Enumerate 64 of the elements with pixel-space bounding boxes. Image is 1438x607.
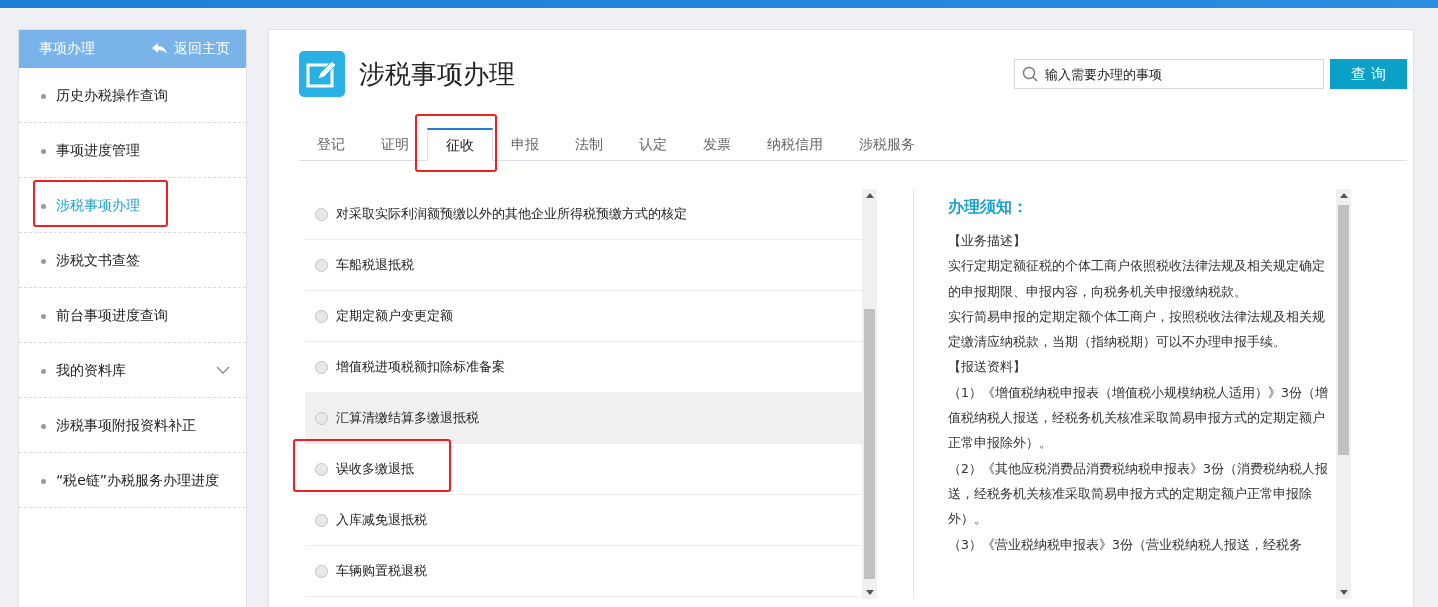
notice-paragraph: （2）《其他应税消费品消费税纳税申报表》3份（消费税纳税人报送，经税务机关核准采取简易申报方式的定期定额户正常申报除外）。 <box>948 459 1329 529</box>
tab[interactable]: 法制 <box>557 130 621 160</box>
matter-row[interactable]: 汇算清缴结算多缴退抵税 <box>305 393 862 444</box>
matter-label: 定期定额户变更定额 <box>336 307 453 325</box>
tab[interactable]: 证明 <box>363 130 427 160</box>
tab[interactable]: 涉税服务 <box>841 130 933 160</box>
scrollbar-thumb[interactable] <box>1338 205 1349 455</box>
radio-button[interactable] <box>315 258 328 272</box>
search-field[interactable]: 输入需要办理的事项 <box>1014 59 1324 89</box>
tab[interactable]: 征收 <box>427 128 493 161</box>
search-icon <box>1022 66 1038 82</box>
notice-paragraph: 【业务描述】 <box>948 232 1027 250</box>
radio-button[interactable] <box>315 360 328 374</box>
tab[interactable]: 认定 <box>621 130 685 160</box>
matter-label: 误收多缴退抵 <box>336 460 414 478</box>
bullet-icon <box>41 149 46 154</box>
notice-paragraph: （3）《营业税纳税申报表》3份（营业税纳税人报送，经税务 <box>948 535 1303 554</box>
notice-paragraph: 实行简易申报的定期定额个体工商户，按照税收法律法规及相关规定缴清应纳税款，当期（指纳税期）可以不办理申报手续。 <box>948 307 1326 352</box>
matter-label: 增值税进项税额扣除标准备案 <box>336 358 505 376</box>
scrollbar[interactable] <box>862 189 877 599</box>
notice-title: 办理须知： <box>948 197 1029 218</box>
bullet-icon <box>41 94 46 99</box>
tab[interactable]: 登记 <box>299 130 363 160</box>
tab[interactable]: 发票 <box>685 130 749 160</box>
matter-label: 对采取实际利润额预缴以外的其他企业所得税预缴方式的核定 <box>336 205 687 223</box>
notice-paragraph: 实行定期定额征税的个体工商户依照税收法律法规及相关规定确定的申报期限、申报内容，向税务机关申报缴纳税款。 <box>948 257 1326 301</box>
tab[interactable]: 纳税信用 <box>749 130 841 160</box>
edit-icon <box>299 51 345 97</box>
scrollbar[interactable] <box>1336 189 1351 599</box>
matter-label: 入库减免退抵税 <box>336 511 427 529</box>
sidebar-item[interactable]: 前台事项进度查询 <box>19 288 246 343</box>
bullet-icon <box>41 204 46 209</box>
sidebar-item[interactable]: 涉税事项附报资料补正 <box>19 398 246 453</box>
radio-button[interactable] <box>315 564 328 578</box>
matter-label: 车辆购置税退税 <box>336 562 427 580</box>
bullet-icon <box>41 479 46 484</box>
sidebar-title: 事项办理 <box>39 40 95 58</box>
scroll-up-arrow-icon[interactable] <box>865 193 874 198</box>
matter-label: 汇算清缴结算多缴退抵税 <box>336 409 479 427</box>
scrollbar-thumb[interactable] <box>864 309 875 579</box>
radio-button[interactable] <box>315 513 328 527</box>
bullet-icon <box>41 314 46 319</box>
notice-paragraph: （1）《增值税纳税申报表（增值税小规模纳税人适用）》3份（增值税纳税人报送，经税务机关核准采取简易申报方式的定期定额户正常申报除外）。 <box>948 383 1329 453</box>
radio-button[interactable] <box>315 309 328 323</box>
page-title: 涉税事项办理 <box>359 57 515 91</box>
scroll-down-arrow-icon[interactable] <box>865 590 874 595</box>
chevron-down-icon[interactable] <box>216 366 230 374</box>
sidebar-item[interactable]: “税e链”办税服务办理进度 <box>19 453 246 508</box>
radio-button[interactable] <box>315 207 328 221</box>
scroll-up-arrow-icon[interactable] <box>1339 193 1348 198</box>
reply-arrow-icon <box>152 43 168 55</box>
tab[interactable]: 申报 <box>493 130 557 160</box>
radio-button[interactable] <box>315 411 328 425</box>
radio-button[interactable] <box>315 462 328 476</box>
bullet-icon <box>41 369 46 374</box>
matter-label: 车船税退抵税 <box>336 256 414 274</box>
sidebar-item[interactable]: 我的资料库 <box>19 343 246 398</box>
sidebar-item[interactable]: 历史办税操作查询 <box>19 68 246 123</box>
sidebar-item[interactable]: 事项进度管理 <box>19 123 246 178</box>
notice-paragraph: 【报送资料】 <box>948 358 1027 377</box>
sidebar-item[interactable]: 涉税文书查签 <box>19 233 246 288</box>
bullet-icon <box>41 259 46 264</box>
bullet-icon <box>41 424 46 429</box>
scroll-down-arrow-icon[interactable] <box>1339 590 1348 595</box>
